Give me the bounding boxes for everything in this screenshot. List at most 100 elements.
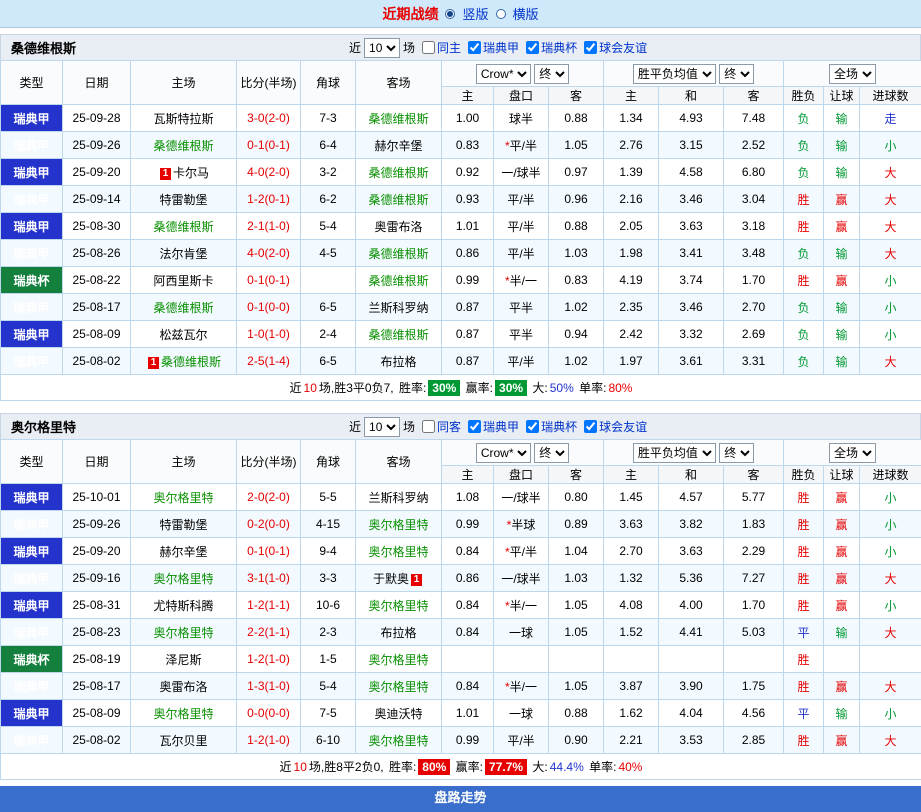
europe-odds-select[interactable]: 胜平负均值: [633, 64, 716, 84]
score[interactable]: 0-1(0-1): [237, 132, 301, 159]
team-name-link[interactable]: 松兹瓦尔: [159, 328, 207, 342]
filter-checkbox-same-venue[interactable]: 同客: [418, 418, 461, 435]
score[interactable]: 0-0(0-0): [237, 700, 301, 727]
team-name-link[interactable]: 奥尔格里特: [368, 545, 428, 559]
team-name-link[interactable]: 桑德维根斯: [368, 193, 428, 207]
team-name-link[interactable]: 奥尔格里特: [153, 707, 213, 721]
vertical-view-label[interactable]: 竖版: [462, 4, 488, 23]
score[interactable]: 3-0(2-0): [237, 105, 301, 132]
team-name-link[interactable]: 桑德维根斯: [368, 274, 428, 288]
score[interactable]: 1-3(1-0): [237, 673, 301, 700]
team-name-link[interactable]: 兰斯科罗纳: [368, 301, 428, 315]
team-name-link[interactable]: 桑德维根斯: [161, 355, 221, 369]
recent-count-select[interactable]: 10: [364, 417, 400, 437]
score[interactable]: 1-2(1-0): [237, 646, 301, 673]
score[interactable]: 4-0(2-0): [237, 240, 301, 267]
score[interactable]: 1-2(1-1): [237, 592, 301, 619]
scope-select[interactable]: 全场: [829, 443, 876, 463]
team-name-link[interactable]: 瓦尔贝里: [159, 734, 207, 748]
team-name-link[interactable]: 兰斯科罗纳: [368, 491, 428, 505]
europe-time-select[interactable]: 终: [719, 64, 754, 84]
vertical-view-radio[interactable]: [445, 9, 455, 19]
horizontal-view-radio[interactable]: [496, 9, 506, 19]
horizontal-view-label[interactable]: 横版: [513, 4, 539, 23]
team-name-link[interactable]: 桑德维根斯: [368, 112, 428, 126]
filter-checkbox-league[interactable]: 瑞典甲: [464, 39, 519, 56]
away-team: 奥雷布洛: [356, 213, 442, 240]
score[interactable]: 0-1(0-0): [237, 294, 301, 321]
score[interactable]: 1-0(1-0): [237, 321, 301, 348]
team-name-link[interactable]: 奥尔格里特: [368, 599, 428, 613]
team-name-link[interactable]: 奥尔格里特: [368, 680, 428, 694]
team-name-link[interactable]: 奥雷布洛: [159, 680, 207, 694]
checkbox-input[interactable]: [468, 41, 481, 54]
team-name-link[interactable]: 桑德维根斯: [368, 166, 428, 180]
recent-count-select[interactable]: 10: [364, 38, 400, 58]
europe-away-odds: 1.70: [724, 592, 784, 619]
team-name-link[interactable]: 赫尔辛堡: [374, 139, 422, 153]
filter-checkbox-same-venue[interactable]: 同主: [418, 39, 461, 56]
team-name-link[interactable]: 泽尼斯: [165, 653, 201, 667]
team-name-link[interactable]: 特雷勒堡: [159, 193, 207, 207]
asia-time-select[interactable]: 终: [534, 443, 569, 463]
team-name-link[interactable]: 奥迪沃特: [374, 707, 422, 721]
checkbox-input[interactable]: [584, 41, 597, 54]
europe-odds-select[interactable]: 胜平负均值: [633, 443, 716, 463]
team-name-link[interactable]: 于默奥: [373, 572, 409, 586]
score[interactable]: 0-2(0-0): [237, 511, 301, 538]
near-label: 近: [349, 39, 361, 56]
checkbox-input[interactable]: [468, 420, 481, 433]
team-name-link[interactable]: 奥尔格里特: [153, 626, 213, 640]
score[interactable]: 1-2(1-0): [237, 727, 301, 754]
bookmaker-select[interactable]: Crow*: [476, 443, 531, 463]
team-name-link[interactable]: 桑德维根斯: [153, 301, 213, 315]
team-name-link[interactable]: 奥尔格里特: [368, 734, 428, 748]
team-name-link[interactable]: 奥尔格里特: [368, 653, 428, 667]
filter-checkbox-league[interactable]: 瑞典甲: [464, 418, 519, 435]
team-name-link[interactable]: 桑德维根斯: [368, 247, 428, 261]
filter-checkbox-cup[interactable]: 瑞典杯: [522, 39, 577, 56]
score[interactable]: 1-2(0-1): [237, 186, 301, 213]
score[interactable]: 2-5(1-4): [237, 348, 301, 375]
team-name-link[interactable]: 奥尔格里特: [368, 518, 428, 532]
team-name-link[interactable]: 桑德维根斯: [368, 328, 428, 342]
team-name-link[interactable]: 卡尔马: [173, 166, 209, 180]
checkbox-input[interactable]: [422, 420, 435, 433]
team-name-link[interactable]: 桑德维根斯: [153, 220, 213, 234]
score[interactable]: 2-0(2-0): [237, 484, 301, 511]
team-name-link[interactable]: 布拉格: [380, 626, 416, 640]
team-name-link[interactable]: 赫尔辛堡: [159, 545, 207, 559]
bookmaker-select[interactable]: Crow*: [476, 64, 531, 84]
checkbox-input[interactable]: [526, 420, 539, 433]
team-name-link[interactable]: 特雷勒堡: [159, 518, 207, 532]
corner-score: 3-3: [301, 565, 356, 592]
checkbox-input[interactable]: [526, 41, 539, 54]
team-name-link[interactable]: 奥尔格里特: [153, 491, 213, 505]
score[interactable]: 2-1(1-0): [237, 213, 301, 240]
asia-time-select[interactable]: 终: [534, 64, 569, 84]
filter-checkbox-friendly[interactable]: 球会友谊: [580, 39, 647, 56]
checkbox-input[interactable]: [422, 41, 435, 54]
score[interactable]: 4-0(2-0): [237, 159, 301, 186]
filter-checkbox-friendly[interactable]: 球会友谊: [580, 418, 647, 435]
score[interactable]: 2-2(1-1): [237, 619, 301, 646]
team-name-link[interactable]: 桑德维根斯: [153, 139, 213, 153]
asia-away-odds: 0.88: [549, 105, 604, 132]
team-name-link[interactable]: 阿西里斯卡: [153, 274, 213, 288]
team-name-link[interactable]: 法尔肯堡: [159, 247, 207, 261]
team-name-link[interactable]: 奥雷布洛: [374, 220, 422, 234]
score[interactable]: 0-1(0-1): [237, 267, 301, 294]
scope-select[interactable]: 全场: [829, 64, 876, 84]
checkbox-input[interactable]: [584, 420, 597, 433]
score[interactable]: 0-1(0-1): [237, 538, 301, 565]
asia-home-odds: 0.87: [442, 294, 494, 321]
team-name-link[interactable]: 瓦斯特拉斯: [153, 112, 213, 126]
asia-home-odds: 0.87: [442, 348, 494, 375]
team-name-link[interactable]: 尤特斯科腾: [153, 599, 213, 613]
team-name-link[interactable]: 奥尔格里特: [153, 572, 213, 586]
europe-time-select[interactable]: 终: [719, 443, 754, 463]
score[interactable]: 3-1(1-0): [237, 565, 301, 592]
filter-checkbox-cup[interactable]: 瑞典杯: [522, 418, 577, 435]
team-name-link[interactable]: 布拉格: [380, 355, 416, 369]
home-team: 松兹瓦尔: [131, 321, 237, 348]
